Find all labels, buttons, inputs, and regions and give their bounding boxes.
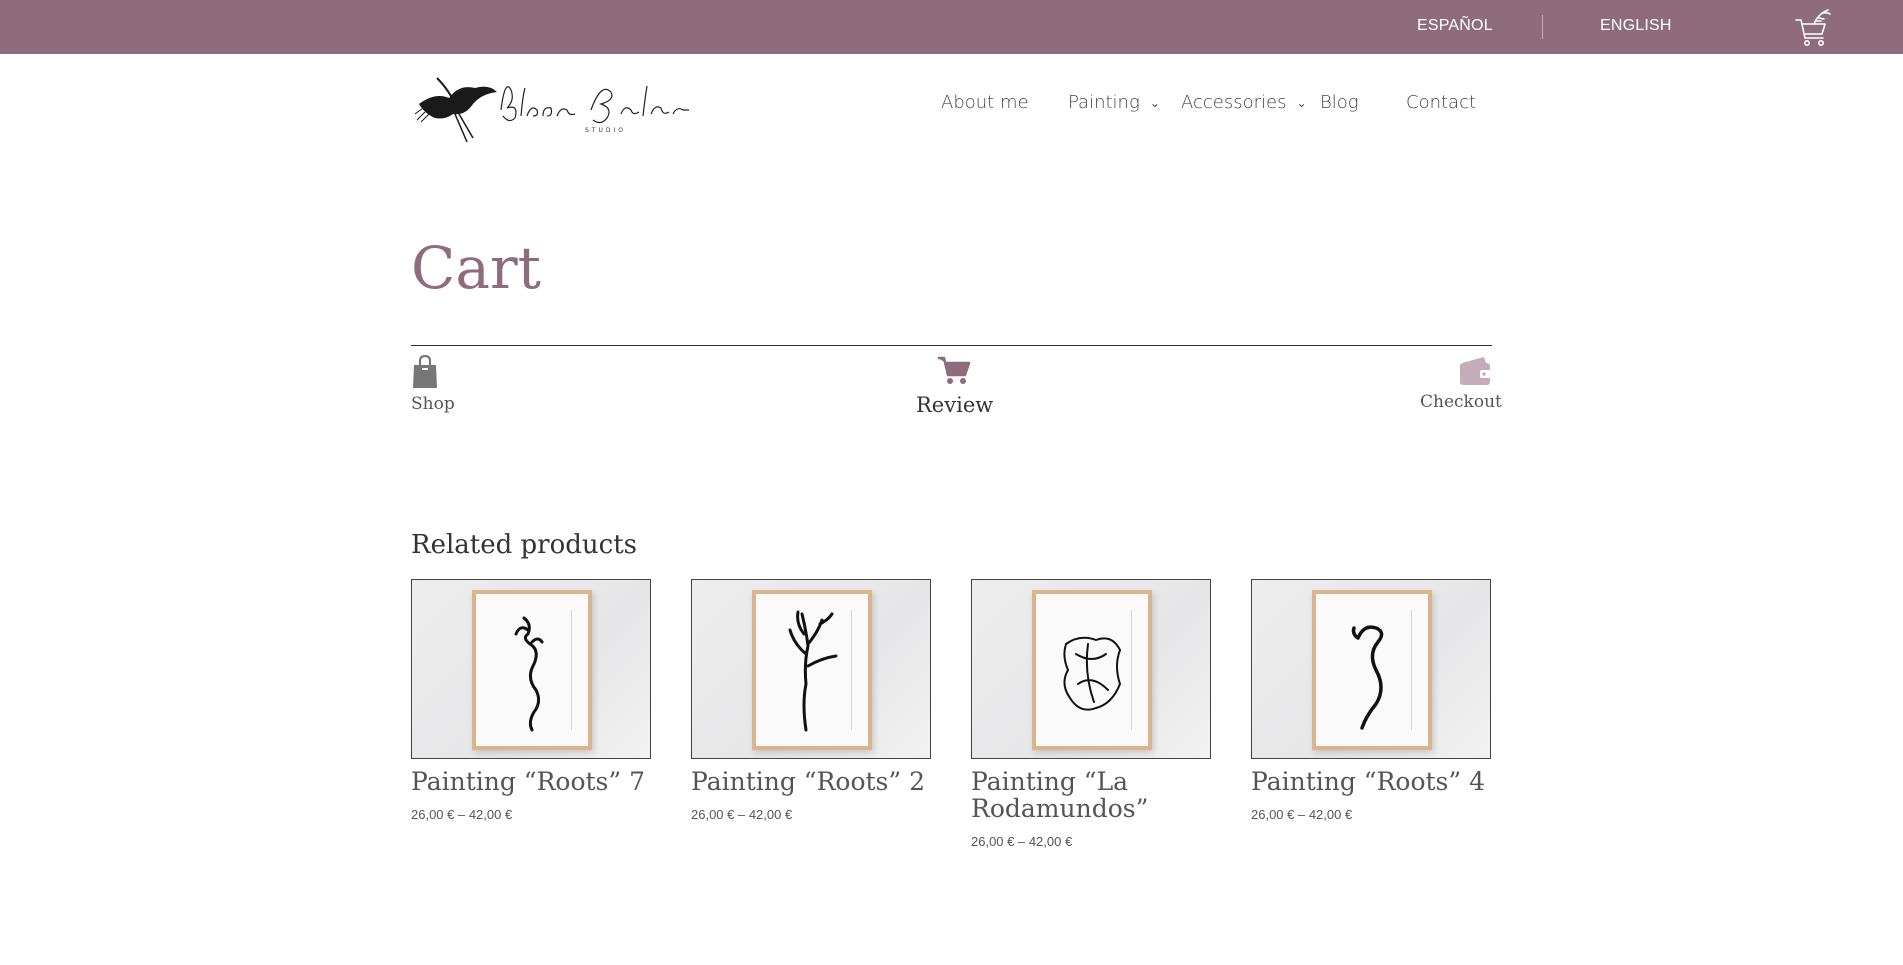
nav-item-contact[interactable]: Contact <box>1406 92 1476 113</box>
step-label: Review <box>916 393 994 417</box>
nav-item-accessories[interactable]: Accessories ⌄ <box>1181 92 1307 113</box>
product-price: 26,00 € – 42,00 € <box>411 807 513 822</box>
language-separator <box>1542 15 1543 39</box>
product-image[interactable] <box>411 579 651 759</box>
shopping-bag-icon <box>411 354 439 393</box>
nav-item-label: Accessories <box>1181 92 1287 113</box>
shopping-cart-icon[interactable] <box>1794 8 1832 48</box>
product-image[interactable] <box>1251 579 1491 759</box>
nav-item-blog[interactable]: Blog <box>1320 92 1359 113</box>
svg-text:STUDIO: STUDIO <box>585 127 626 134</box>
step-checkout[interactable]: Checkout <box>1420 355 1502 412</box>
language-spanish-link[interactable]: ESPAÑOL <box>1417 17 1493 35</box>
product-name[interactable]: Painting “Roots” 4 <box>1251 768 1491 795</box>
product-card[interactable]: Painting “Roots” 2 26,00 € – 42,00 € <box>691 579 931 822</box>
product-price: 26,00 € – 42,00 € <box>1251 807 1353 822</box>
step-shop[interactable]: Shop <box>411 354 455 414</box>
cart-icon <box>937 356 971 389</box>
product-image[interactable] <box>971 579 1211 759</box>
product-name[interactable]: Painting “Roots” 7 <box>411 768 651 795</box>
product-card[interactable]: Painting “Roots” 7 26,00 € – 42,00 € <box>411 579 651 822</box>
nav-item-label: Painting <box>1068 92 1140 113</box>
language-english-link[interactable]: ENGLISH <box>1600 17 1672 35</box>
product-name[interactable]: Painting “Roots” 2 <box>691 768 931 795</box>
step-label: Shop <box>411 394 455 414</box>
nav-item-about-me[interactable]: About me <box>941 92 1029 113</box>
site-logo[interactable]: STUDIO <box>414 64 695 150</box>
top-bar: ESPAÑOL ENGLISH <box>0 0 1903 54</box>
product-price: 26,00 € – 42,00 € <box>971 834 1073 849</box>
product-card[interactable]: Painting “Roots” 4 26,00 € – 42,00 € <box>1251 579 1491 822</box>
product-image[interactable] <box>691 579 931 759</box>
product-price: 26,00 € – 42,00 € <box>691 807 793 822</box>
product-name[interactable]: Painting “La Rodamundos” <box>971 768 1211 822</box>
nav-item-label: Blog <box>1320 92 1359 113</box>
crane-logo-icon <box>414 77 497 143</box>
wallet-icon <box>1458 355 1492 392</box>
product-card[interactable]: Painting “La Rodamundos” 26,00 € – 42,00… <box>971 579 1211 849</box>
chevron-down-icon: ⌄ <box>1296 96 1307 110</box>
page-title: Cart <box>411 234 541 302</box>
nav-item-label: Contact <box>1406 92 1477 113</box>
step-review: Review <box>916 355 994 417</box>
related-products-title: Related products <box>411 530 637 560</box>
step-label: Checkout <box>1420 392 1502 412</box>
chevron-down-icon: ⌄ <box>1149 96 1160 110</box>
nav-item-label: About me <box>941 92 1029 113</box>
divider <box>411 345 1492 346</box>
nav-item-painting[interactable]: Painting ⌄ <box>1068 92 1160 113</box>
